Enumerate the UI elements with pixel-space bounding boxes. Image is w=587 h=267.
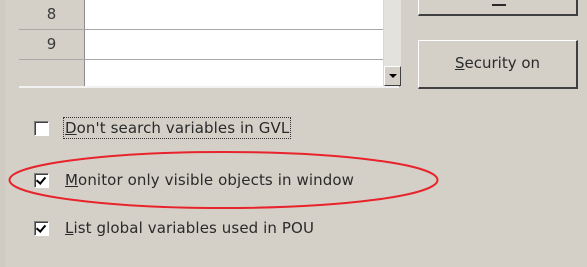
vertical-scrollbar[interactable] xyxy=(383,0,401,86)
grid-viewport: 8 9 xyxy=(19,0,383,86)
checkbox-icon[interactable] xyxy=(34,220,49,236)
table-row[interactable] xyxy=(19,60,383,86)
checkmark-icon xyxy=(35,221,47,233)
checkbox-icon[interactable] xyxy=(34,172,49,188)
accelerator-letter: M xyxy=(65,171,79,189)
row-number: 9 xyxy=(19,30,85,59)
checkbox-label: List global variables used in POU xyxy=(65,219,314,237)
variables-grid[interactable]: 8 9 xyxy=(19,0,401,88)
label-text: on't search variables in GVL xyxy=(76,119,290,137)
table-cell[interactable] xyxy=(85,0,383,29)
label-text: ist global variables used in POU xyxy=(73,219,315,237)
table-row[interactable]: 8 xyxy=(19,0,383,30)
checkbox-icon[interactable] xyxy=(34,120,49,136)
top-button[interactable] xyxy=(418,0,578,16)
underline-glyph xyxy=(492,0,506,6)
dialog-panel: 8 9 Security on Don't search variables i… xyxy=(0,0,587,267)
security-accelerator: S xyxy=(454,54,465,72)
table-row[interactable]: 9 xyxy=(19,30,383,60)
checkbox-label: Monitor only visible objects in window xyxy=(65,171,354,189)
window-edge xyxy=(0,0,5,267)
accelerator-letter: D xyxy=(65,119,77,137)
row-number xyxy=(19,60,85,86)
checkbox-row-list-global-vars[interactable]: List global variables used in POU xyxy=(34,218,314,238)
checkbox-row-dont-search-gvl[interactable]: Don't search variables in GVL xyxy=(34,117,292,139)
label-text: onitor only visible objects in window xyxy=(78,171,354,189)
table-cell[interactable] xyxy=(85,60,383,86)
checkbox-row-monitor-visible[interactable]: Monitor only visible objects in window xyxy=(34,170,354,190)
checkmark-icon xyxy=(35,173,47,185)
checkbox-label: Don't search variables in GVL xyxy=(62,117,292,139)
security-label: ecurity on xyxy=(464,54,541,72)
chevron-down-icon[interactable] xyxy=(384,66,401,86)
row-number: 8 xyxy=(19,0,85,29)
table-cell[interactable] xyxy=(85,30,383,59)
security-on-button[interactable]: Security on xyxy=(418,40,578,89)
